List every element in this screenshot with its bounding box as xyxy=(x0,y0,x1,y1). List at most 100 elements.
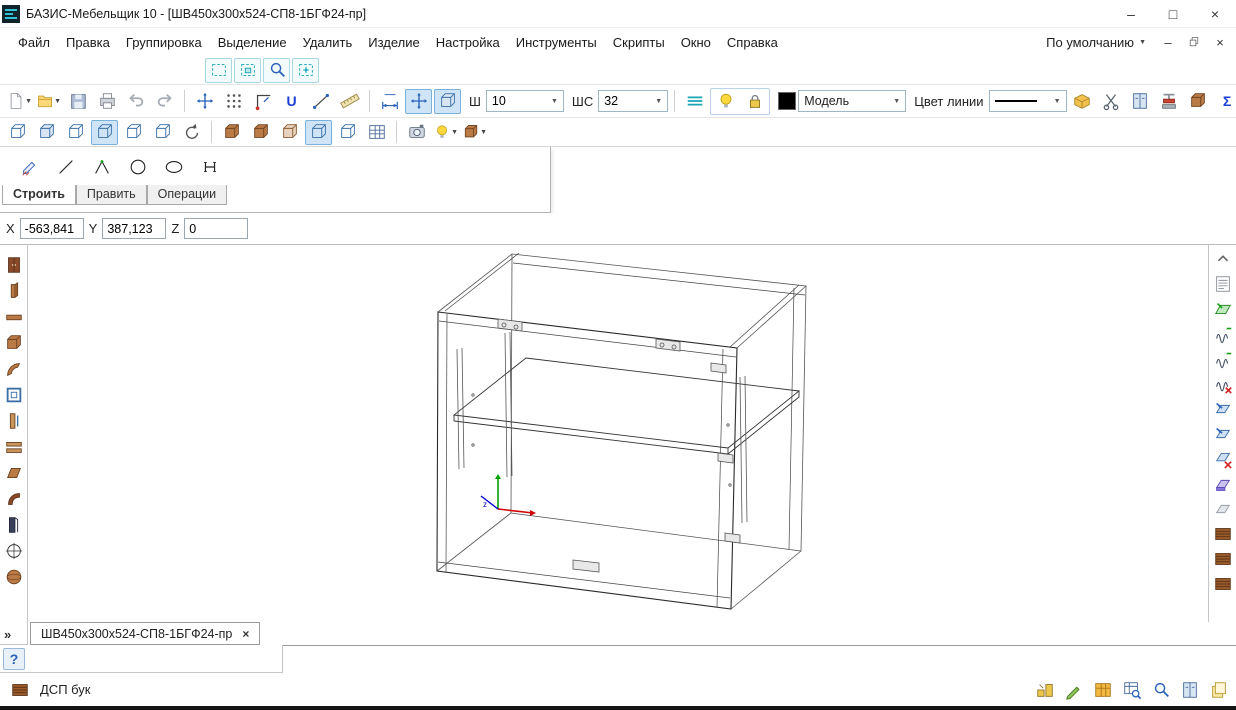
corner-snap-icon[interactable] xyxy=(249,89,276,114)
section-table-icon[interactable] xyxy=(363,120,390,145)
menu-file[interactable]: Файл xyxy=(10,32,58,53)
rack-panel-icon[interactable] xyxy=(2,409,26,432)
circle-tool-icon[interactable] xyxy=(124,154,151,179)
scissors-icon[interactable] xyxy=(1098,89,1125,114)
zoom-window-icon[interactable] xyxy=(263,58,290,83)
frame-panel-icon[interactable] xyxy=(2,383,26,406)
light-toggle-icon[interactable] xyxy=(712,89,739,114)
mdi-close-button[interactable]: × xyxy=(1210,33,1230,51)
segment-snap-icon[interactable] xyxy=(307,89,334,114)
sheets-icon[interactable] xyxy=(1205,677,1232,702)
material-box-icon[interactable] xyxy=(1069,89,1096,114)
panel-ghost-icon[interactable] xyxy=(1211,497,1235,520)
panel-purple-icon[interactable] xyxy=(1211,472,1235,495)
menu-product[interactable]: Изделие xyxy=(360,32,427,53)
edit-notes-icon[interactable] xyxy=(1060,677,1087,702)
model-color-swatch[interactable] xyxy=(778,92,796,110)
redo-icon[interactable] xyxy=(151,89,178,114)
view-box-icon-4[interactable] xyxy=(91,120,118,145)
sphere-tool-icon[interactable] xyxy=(2,565,26,588)
edge-band-remove-icon[interactable] xyxy=(1211,372,1235,395)
wood-block-icon[interactable] xyxy=(1185,89,1212,114)
render-wireframe-icon[interactable] xyxy=(305,120,332,145)
y-input[interactable] xyxy=(102,218,166,239)
select-crossing-icon[interactable] xyxy=(234,58,261,83)
help-button[interactable]: ? xyxy=(3,648,25,670)
profile-select[interactable]: По умолчанию ▼ xyxy=(1040,33,1152,52)
open-document-icon[interactable]: ▼ xyxy=(35,89,62,114)
hole-tool-icon[interactable] xyxy=(2,539,26,562)
profile-panel-icon[interactable] xyxy=(2,513,26,536)
material-texture-icon-2[interactable] xyxy=(1211,547,1235,570)
angled-panel-icon[interactable] xyxy=(2,461,26,484)
drawing-canvas[interactable]: z xyxy=(28,245,1208,622)
current-material[interactable]: ДСП бук xyxy=(6,677,91,702)
menu-scripts[interactable]: Скрипты xyxy=(605,32,673,53)
scroll-up-icon[interactable] xyxy=(1211,247,1235,270)
width-select[interactable]: ▼ xyxy=(486,90,564,112)
cabinet-template-icon[interactable] xyxy=(2,253,26,276)
edge-band-icon-1[interactable] xyxy=(1211,322,1235,345)
menu-settings[interactable]: Настройка xyxy=(428,32,508,53)
move-tool-icon[interactable] xyxy=(191,89,218,114)
ws-input[interactable] xyxy=(604,94,652,108)
slot-tool-icon[interactable] xyxy=(196,154,223,179)
tab-edit[interactable]: Править xyxy=(76,185,147,205)
select-add-icon[interactable] xyxy=(292,58,319,83)
view-box-icon-6[interactable] xyxy=(149,120,176,145)
grid-snap-icon[interactable] xyxy=(220,89,247,114)
view-box-icon-3[interactable] xyxy=(62,120,89,145)
maximize-button[interactable]: □ xyxy=(1152,0,1194,27)
panel-edit-green-icon[interactable] xyxy=(1211,297,1235,320)
ws-select[interactable]: ▼ xyxy=(598,90,668,112)
light-source-icon[interactable]: ▼ xyxy=(432,120,459,145)
document-tab[interactable]: ШВ450x300x524-СП8-1БГФ24-пр × xyxy=(30,622,260,645)
menu-window[interactable]: Окно xyxy=(673,32,719,53)
close-button[interactable]: × xyxy=(1194,0,1236,27)
render-solid-icon[interactable] xyxy=(218,120,245,145)
display-mode-icon[interactable]: ▼ xyxy=(461,120,488,145)
sketch-tool-icon[interactable] xyxy=(16,154,43,179)
width-input[interactable] xyxy=(492,94,548,108)
ruler-icon[interactable] xyxy=(336,89,363,114)
tab-operations[interactable]: Операции xyxy=(147,185,227,205)
material-texture-icon-1[interactable] xyxy=(1211,522,1235,545)
model-select[interactable]: Модель ▼ xyxy=(798,90,906,112)
zoom-area-icon[interactable] xyxy=(1147,677,1174,702)
polyline-tool-icon[interactable] xyxy=(88,154,115,179)
cabinet-icon[interactable] xyxy=(1127,89,1154,114)
ellipse-tool-icon[interactable] xyxy=(160,154,187,179)
minimize-button[interactable]: – xyxy=(1110,0,1152,27)
view-box-icon-5[interactable] xyxy=(120,120,147,145)
rotate-view-icon[interactable] xyxy=(178,120,205,145)
mdi-minimize-button[interactable]: – xyxy=(1158,33,1178,51)
menu-delete[interactable]: Удалить xyxy=(295,32,361,53)
print-icon[interactable] xyxy=(93,89,120,114)
save-icon[interactable] xyxy=(64,89,91,114)
z-input[interactable] xyxy=(184,218,248,239)
new-document-icon[interactable]: ▼ xyxy=(6,89,33,114)
camera-icon[interactable] xyxy=(403,120,430,145)
fittings-icon[interactable] xyxy=(1031,677,1058,702)
table-view-icon[interactable] xyxy=(1118,677,1145,702)
close-tab-icon[interactable]: × xyxy=(242,627,249,641)
material-texture-icon-3[interactable] xyxy=(1211,572,1235,595)
block-panel-icon[interactable] xyxy=(2,331,26,354)
magnet-snap-icon[interactable]: U xyxy=(278,89,305,114)
material-swatch-icon[interactable] xyxy=(6,677,33,702)
bent-facade-icon[interactable] xyxy=(2,487,26,510)
menu-tools[interactable]: Инструменты xyxy=(508,32,605,53)
model-structure-icon[interactable] xyxy=(1176,677,1203,702)
line-style-select[interactable]: ▼ xyxy=(989,90,1067,112)
panel-delete-icon[interactable] xyxy=(1211,447,1235,470)
menu-selection[interactable]: Выделение xyxy=(210,32,295,53)
horizontal-panel-icon[interactable] xyxy=(2,305,26,328)
panel-align-icon[interactable] xyxy=(1211,422,1235,445)
sum-icon[interactable]: Σ xyxy=(1214,89,1236,114)
render-texture-icon[interactable] xyxy=(247,120,274,145)
view-box-icon-1[interactable] xyxy=(4,120,31,145)
render-hidden-icon[interactable] xyxy=(334,120,361,145)
press-icon[interactable] xyxy=(1156,89,1183,114)
menu-edit[interactable]: Правка xyxy=(58,32,118,53)
parts-list-icon[interactable] xyxy=(1211,272,1235,295)
